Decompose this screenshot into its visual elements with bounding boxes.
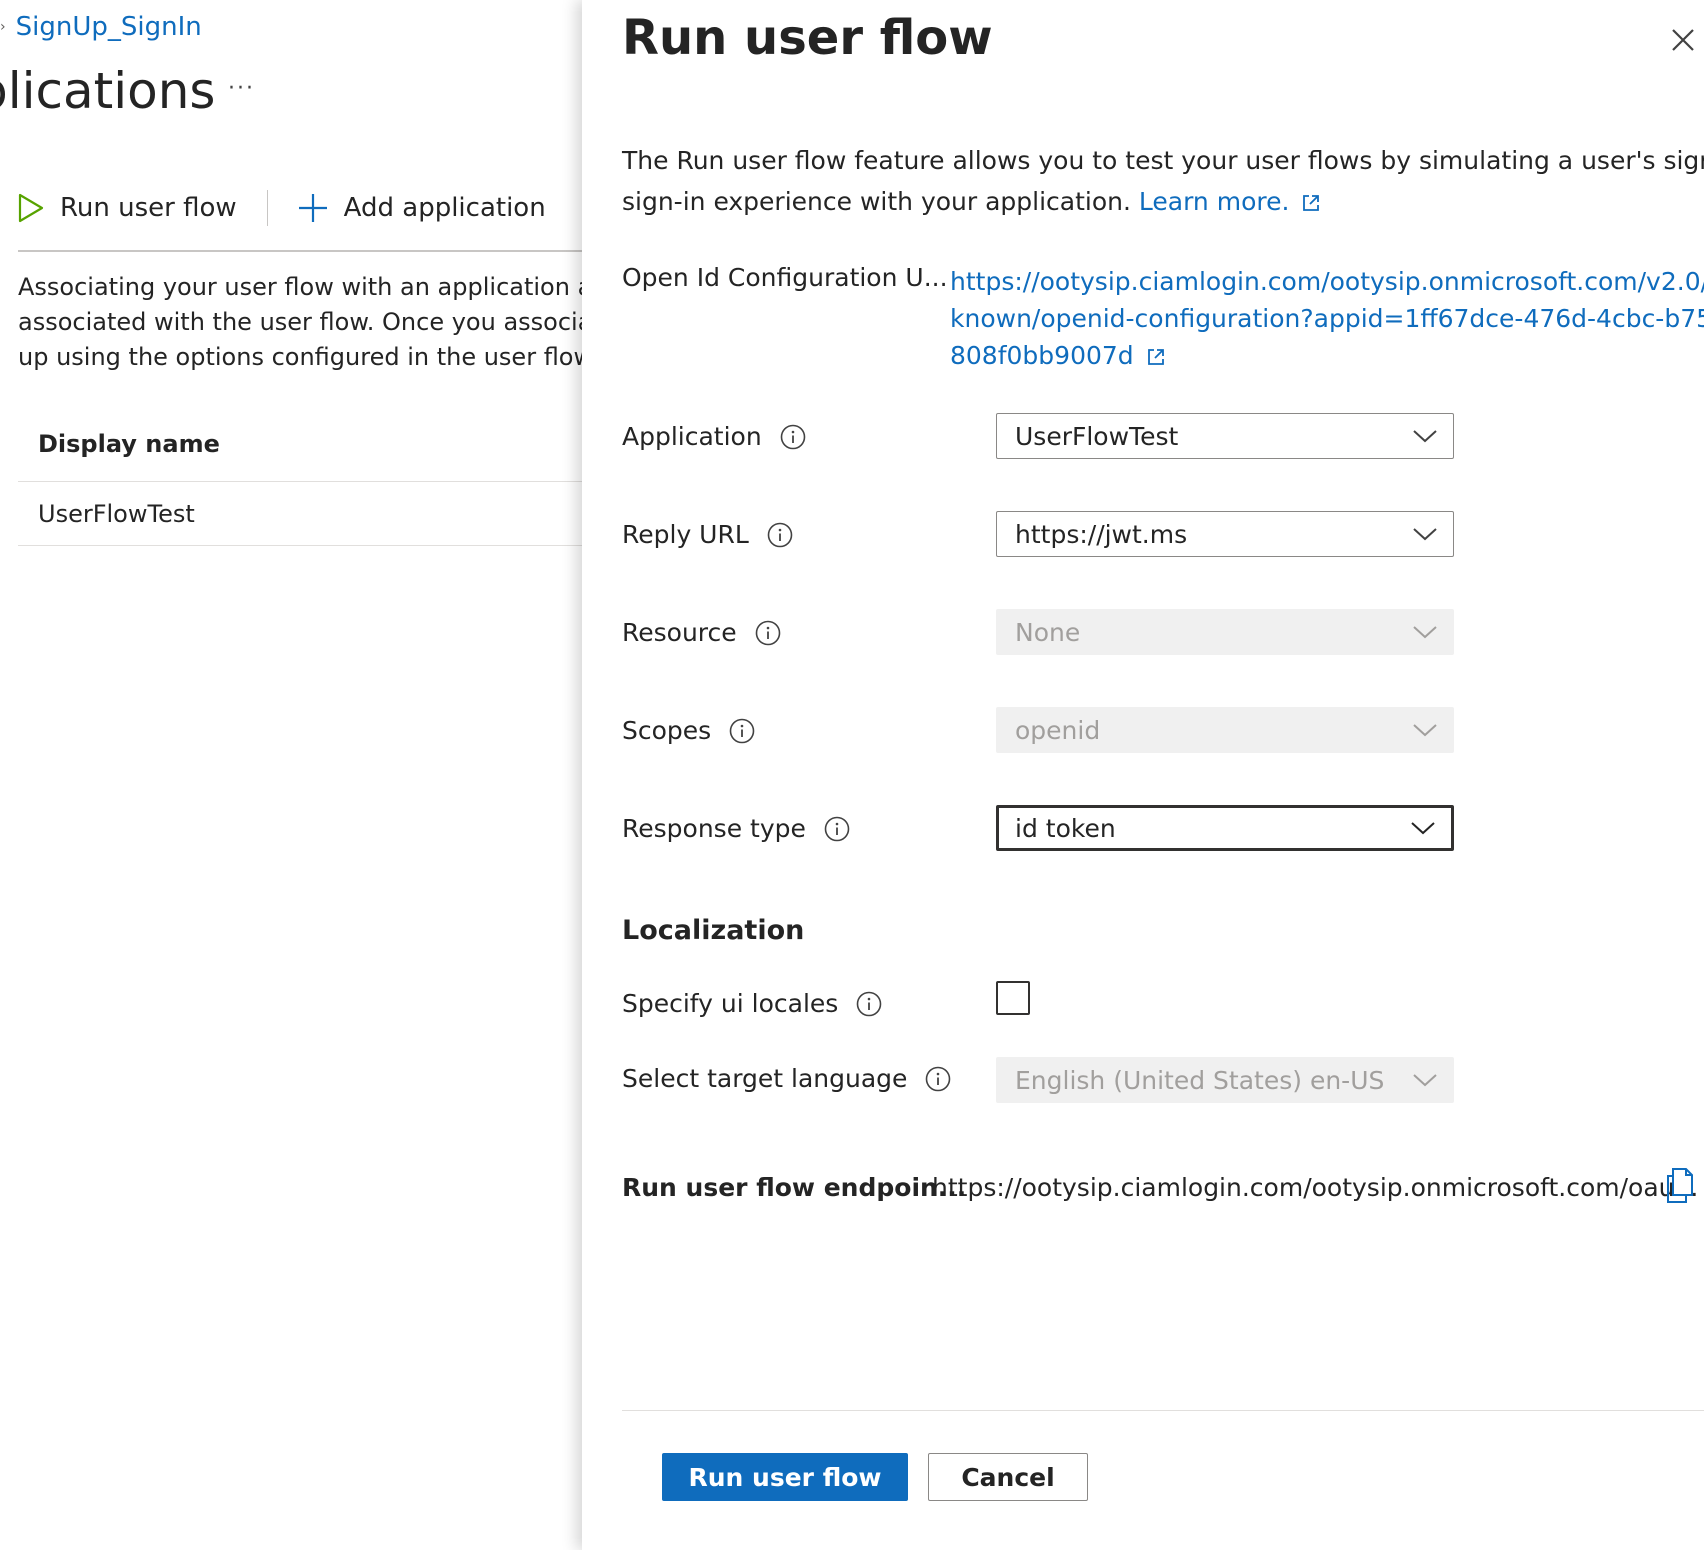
resource-dropdown-value: None <box>1015 617 1081 647</box>
endpoint-value: https://ootysip.ciamlogin.com/ootysip.on… <box>932 1173 1699 1202</box>
play-icon <box>18 193 44 223</box>
localization-heading: Localization <box>622 915 805 946</box>
add-application-command[interactable]: Add application <box>298 193 546 223</box>
breadcrumb: › SignUp_SignIn <box>0 12 202 42</box>
chevron-down-icon <box>1413 626 1437 639</box>
plus-icon <box>298 194 327 222</box>
panel-title: Run user flow <box>622 10 993 66</box>
chevron-down-icon <box>1411 822 1435 835</box>
table-divider <box>18 481 600 482</box>
run-user-flow-command-label: Run user flow <box>60 193 237 223</box>
column-header-display-name[interactable]: Display name <box>38 430 220 458</box>
run-user-flow-command[interactable]: Run user flow <box>18 193 237 223</box>
target-language-dropdown-value: English (United States) en-US <box>1015 1065 1385 1095</box>
association-description: Associating your user flow with an appli… <box>18 270 638 375</box>
scopes-label-text: Scopes <box>622 716 712 745</box>
resource-dropdown: None <box>996 609 1454 655</box>
info-icon[interactable] <box>925 1066 951 1092</box>
panel-description: The Run user flow feature allows you to … <box>622 140 1704 222</box>
response-type-label-text: Response type <box>622 814 806 843</box>
response-type-dropdown-value: id token <box>1015 813 1116 843</box>
endpoint-label: Run user flow endpoin... <box>622 1173 967 1202</box>
copy-icon <box>1667 1168 1693 1203</box>
application-label-text: Application <box>622 422 762 451</box>
reply-url-dropdown-value: https://jwt.ms <box>1015 519 1188 549</box>
run-user-flow-panel: Run user flow The Run user flow feature … <box>582 0 1704 1550</box>
cancel-button[interactable]: Cancel <box>928 1453 1088 1501</box>
specify-locales-label-text: Specify ui locales <box>622 989 839 1018</box>
description-line: up using the options configured in the u… <box>18 343 599 371</box>
scopes-dropdown-value: openid <box>1015 715 1101 745</box>
more-options-button[interactable]: ··· <box>228 76 255 101</box>
application-label: Application <box>622 422 806 451</box>
info-icon[interactable] <box>729 718 755 744</box>
chevron-down-icon <box>1413 528 1437 541</box>
info-icon[interactable] <box>824 816 850 842</box>
openid-config-label: Open Id Configuration U... <box>622 263 948 292</box>
info-icon[interactable] <box>856 991 882 1017</box>
chevron-down-icon <box>1413 1074 1437 1087</box>
target-language-label-text: Select target language <box>622 1064 908 1093</box>
toolbar-divider <box>266 190 268 226</box>
footer-divider <box>622 1410 1704 1411</box>
external-link-icon[interactable] <box>1301 193 1321 213</box>
description-line: associated with the user flow. Once you … <box>18 308 617 336</box>
info-icon[interactable] <box>780 424 806 450</box>
chevron-down-icon <box>1413 430 1437 443</box>
application-dropdown-value: UserFlowTest <box>1015 421 1179 451</box>
resource-label: Resource <box>622 618 781 647</box>
openid-url-line[interactable]: known/openid-configuration?appid=1ff67dc… <box>950 300 1704 337</box>
reply-url-label: Reply URL <box>622 520 793 549</box>
resource-label-text: Resource <box>622 618 737 647</box>
scopes-label: Scopes <box>622 716 755 745</box>
target-language-dropdown: English (United States) en-US <box>996 1057 1454 1103</box>
target-language-label: Select target language <box>622 1064 951 1093</box>
description-line: Associating your user flow with an appli… <box>18 273 621 301</box>
openid-url-line[interactable]: 808f0bb9007d <box>950 341 1134 370</box>
background-page: › SignUp_SignIn plications ··· Run user … <box>0 0 620 1550</box>
specify-locales-label: Specify ui locales <box>622 989 882 1018</box>
add-application-command-label: Add application <box>343 193 546 223</box>
scopes-dropdown: openid <box>996 707 1454 753</box>
close-button[interactable] <box>1665 22 1701 58</box>
specify-locales-checkbox[interactable] <box>996 981 1030 1015</box>
learn-more-link[interactable]: Learn more. <box>1139 187 1290 216</box>
info-icon[interactable] <box>755 620 781 646</box>
panel-description-line: sign-in experience with your application… <box>622 187 1131 216</box>
table-row[interactable]: UserFlowTest <box>38 500 195 528</box>
panel-description-line: The Run user flow feature allows you to … <box>622 146 1704 175</box>
copy-endpoint-button[interactable] <box>1664 1166 1700 1204</box>
page-title: plications <box>0 62 216 120</box>
application-dropdown[interactable]: UserFlowTest <box>996 413 1454 459</box>
breadcrumb-link[interactable]: SignUp_SignIn <box>16 12 202 42</box>
chevron-down-icon <box>1413 724 1437 737</box>
toolbar-divider-line <box>18 250 600 252</box>
info-icon[interactable] <box>767 522 793 548</box>
openid-config-link[interactable]: https://ootysip.ciamlogin.com/ootysip.on… <box>950 263 1704 374</box>
breadcrumb-separator-icon: › <box>0 19 6 35</box>
reply-url-dropdown[interactable]: https://jwt.ms <box>996 511 1454 557</box>
run-user-flow-button[interactable]: Run user flow <box>662 1453 908 1501</box>
close-icon <box>1672 29 1694 51</box>
external-link-icon[interactable] <box>1146 347 1166 367</box>
response-type-label: Response type <box>622 814 850 843</box>
openid-url-line[interactable]: https://ootysip.ciamlogin.com/ootysip.on… <box>950 263 1704 300</box>
command-bar: Run user flow Add application <box>18 190 546 226</box>
reply-url-label-text: Reply URL <box>622 520 749 549</box>
table-divider <box>18 545 600 546</box>
response-type-dropdown[interactable]: id token <box>996 805 1454 851</box>
